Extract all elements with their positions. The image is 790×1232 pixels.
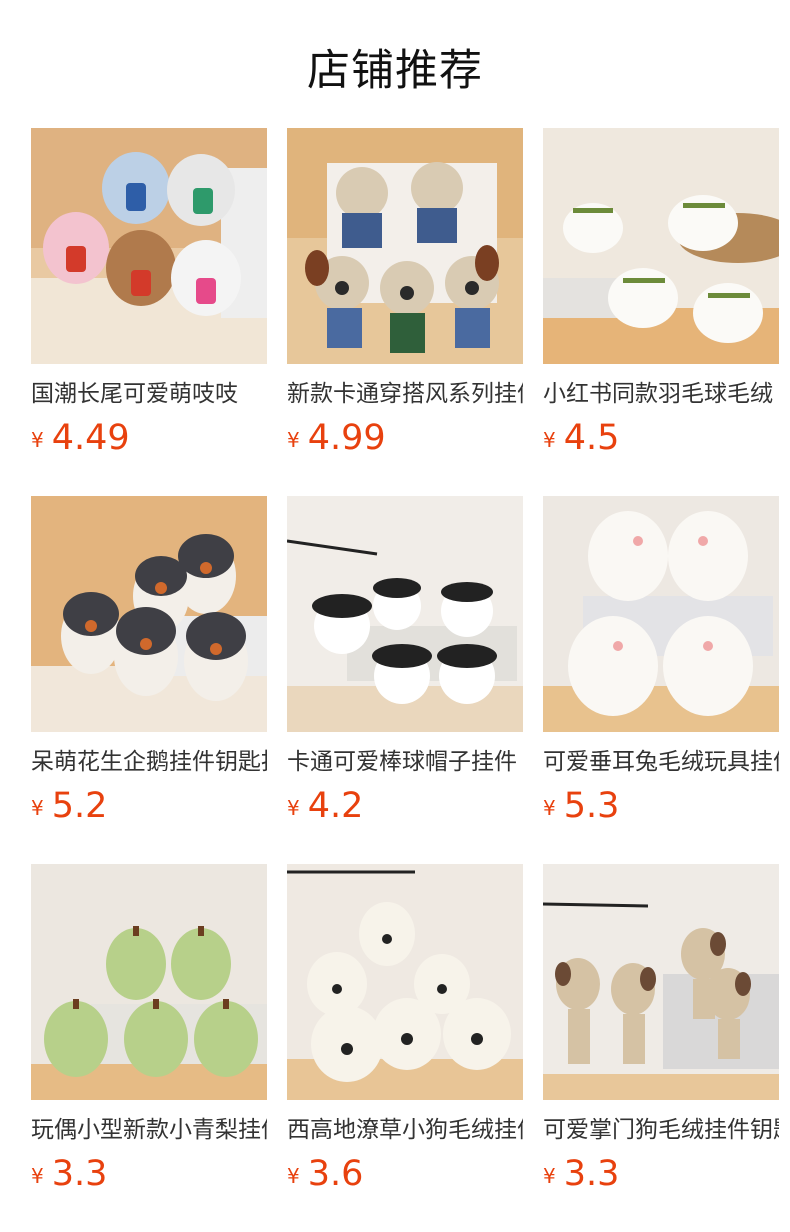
- price-value: 5.3: [563, 786, 620, 826]
- product-price: ¥4.2: [287, 786, 523, 826]
- price-value: 3.3: [51, 1154, 108, 1194]
- product-price: ¥5.2: [31, 786, 267, 826]
- product-card[interactable]: 玩偶小型新款小青梨挂件 ¥3.3: [31, 864, 267, 1194]
- plush-bunnies-image[interactable]: [543, 496, 779, 732]
- product-name[interactable]: 可爱掌门狗毛绒挂件钥匙: [543, 1114, 779, 1146]
- product-price: ¥3.6: [287, 1154, 523, 1194]
- product-name[interactable]: 卡通可爱棒球帽子挂件: [287, 746, 523, 778]
- plush-shuttlecock-image[interactable]: [543, 128, 779, 364]
- product-name[interactable]: 玩偶小型新款小青梨挂件: [31, 1114, 267, 1146]
- plush-cats-image[interactable]: [31, 128, 267, 364]
- product-name[interactable]: 可爱垂耳兔毛绒玩具挂件: [543, 746, 779, 778]
- currency-symbol: ¥: [31, 1164, 44, 1188]
- currency-symbol: ¥: [287, 796, 300, 820]
- price-value: 4.5: [563, 418, 620, 458]
- product-card[interactable]: 卡通可爱棒球帽子挂件 ¥4.2: [287, 496, 523, 826]
- price-value: 4.49: [51, 418, 130, 458]
- product-price: ¥4.5: [543, 418, 779, 458]
- currency-symbol: ¥: [543, 1164, 556, 1188]
- product-name[interactable]: 小红书同款羽毛球毛绒: [543, 378, 779, 410]
- product-price: ¥5.3: [543, 786, 779, 826]
- plush-pears-image[interactable]: [31, 864, 267, 1100]
- page-title: 店铺推荐: [307, 46, 483, 96]
- currency-symbol: ¥: [287, 428, 300, 452]
- product-card[interactable]: 国潮长尾可爱萌吱吱 ¥4.49: [31, 128, 267, 458]
- product-price: ¥4.49: [31, 418, 267, 458]
- price-value: 4.99: [307, 418, 386, 458]
- product-card[interactable]: 西高地潦草小狗毛绒挂件 ¥3.6: [287, 864, 523, 1194]
- product-name[interactable]: 国潮长尾可爱萌吱吱: [31, 378, 267, 410]
- plush-gromit-image[interactable]: [543, 864, 779, 1100]
- currency-symbol: ¥: [287, 1164, 300, 1188]
- plush-dogs-overalls-image[interactable]: [287, 128, 523, 364]
- store-recommendations-page: 店铺推荐 国潮长尾可爱萌吱吱 ¥ 4.49 新款卡通穿搭风系列挂件 ¥ 4.99…: [0, 0, 790, 1232]
- price-value: 4.2: [307, 786, 364, 826]
- currency-symbol: ¥: [543, 796, 556, 820]
- product-name[interactable]: 呆萌花生企鹅挂件钥匙扣: [31, 746, 267, 778]
- product-card[interactable]: 新款卡通穿搭风系列挂件 ¥4.99: [287, 128, 523, 458]
- price-value: 3.3: [563, 1154, 620, 1194]
- currency-symbol: ¥: [543, 428, 556, 452]
- plush-westies-image[interactable]: [287, 864, 523, 1100]
- product-price: ¥3.3: [31, 1154, 267, 1194]
- product-card[interactable]: 可爱垂耳兔毛绒玩具挂件 ¥5.3: [543, 496, 779, 826]
- product-name[interactable]: 新款卡通穿搭风系列挂件: [287, 378, 523, 410]
- product-name[interactable]: 西高地潦草小狗毛绒挂件: [287, 1114, 523, 1146]
- plush-baseballs-image[interactable]: [287, 496, 523, 732]
- plush-penguins-image[interactable]: [31, 496, 267, 732]
- product-card[interactable]: 可爱掌门狗毛绒挂件钥匙 ¥3.3: [543, 864, 779, 1194]
- currency-symbol: ¥: [31, 428, 44, 452]
- currency-symbol: ¥: [31, 796, 44, 820]
- product-card[interactable]: 小红书同款羽毛球毛绒 ¥4.5: [543, 128, 779, 458]
- product-price: ¥4.99: [287, 418, 523, 458]
- price-value: 5.2: [51, 786, 108, 826]
- price-value: 3.6: [307, 1154, 364, 1194]
- product-price: ¥3.3: [543, 1154, 779, 1194]
- product-card[interactable]: 呆萌花生企鹅挂件钥匙扣 ¥5.2: [31, 496, 267, 826]
